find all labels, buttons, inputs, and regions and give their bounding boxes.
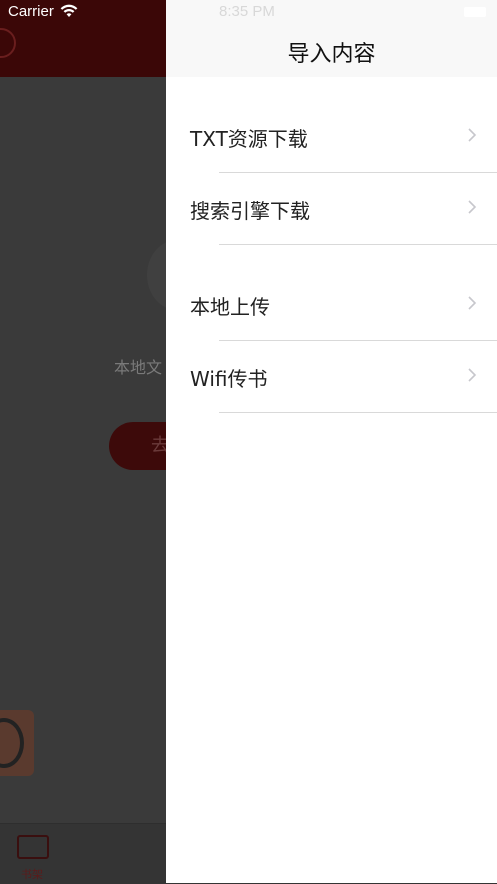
menu-item-label: 搜索引擎下载 xyxy=(190,199,310,223)
status-time: 8:35 PM xyxy=(219,3,275,20)
carrier-label: Carrier xyxy=(8,3,54,20)
tab-bookshelf-label: 书架 xyxy=(21,868,43,881)
menu-item-label: 本地上传 xyxy=(190,295,270,319)
battery-icon xyxy=(464,7,486,17)
menu-item-wifi-transfer[interactable]: Wifi传书 xyxy=(166,340,497,412)
chevron-right-icon xyxy=(468,368,477,382)
wifi-icon xyxy=(60,4,78,17)
app-logo-icon xyxy=(0,28,16,58)
drawer-title: 导入内容 xyxy=(287,42,376,67)
menu-item-txt-download[interactable]: TXT资源下载 xyxy=(166,100,497,172)
chevron-right-icon xyxy=(468,296,477,310)
bookshelf-folder-icon xyxy=(17,835,49,859)
menu-item-label: TXT资源下载 xyxy=(190,127,308,151)
menu-item-search-engine-download[interactable]: 搜索引擎下载 xyxy=(166,172,497,244)
chevron-right-icon xyxy=(468,200,477,214)
empty-state-text: 本地文 xyxy=(114,358,163,377)
menu-item-local-upload[interactable]: 本地上传 xyxy=(166,268,497,340)
chevron-right-icon xyxy=(468,128,477,142)
divider xyxy=(219,244,497,245)
divider xyxy=(219,412,497,413)
status-bar: Carrier 8:35 PM xyxy=(0,0,497,24)
menu-item-label: Wifi传书 xyxy=(190,367,268,391)
import-drawer: 导入内容 TXT资源下载 搜索引擎下载 本地上传 Wifi传书 xyxy=(166,0,497,883)
